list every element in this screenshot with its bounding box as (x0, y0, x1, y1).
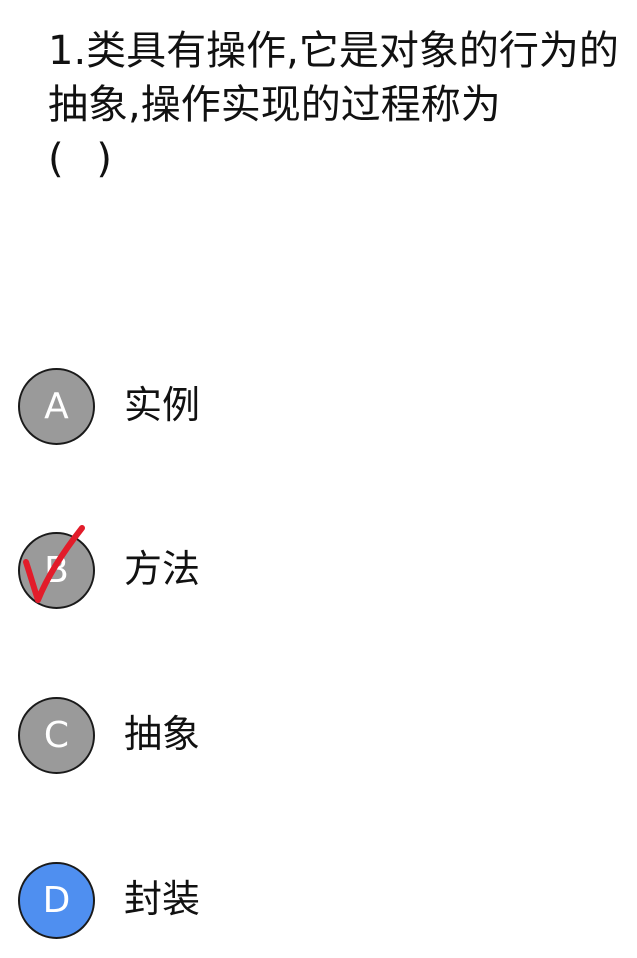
option-b-text: 方法 (124, 547, 201, 591)
option-d-text: 封装 (124, 877, 201, 921)
question-stem: 1.类具有操作,它是对象的行为的抽象,操作实现的过程称为 (48, 28, 619, 128)
option-a-letter: A (18, 368, 95, 445)
question-text: 1.类具有操作,它是对象的行为的抽象,操作实现的过程称为 ( ) (48, 24, 623, 186)
answer-blank: ( ) (48, 136, 122, 182)
option-d-letter: D (18, 862, 95, 939)
option-c-text: 抽象 (124, 712, 201, 756)
option-c[interactable]: C 抽象 (18, 697, 618, 777)
option-b-letter: B (18, 532, 95, 609)
option-b[interactable]: B 方法 (18, 525, 618, 612)
option-d[interactable]: D 封装 (18, 862, 618, 942)
option-a[interactable]: A 实例 (18, 368, 618, 448)
option-c-letter: C (18, 697, 95, 774)
option-a-text: 实例 (124, 383, 201, 427)
